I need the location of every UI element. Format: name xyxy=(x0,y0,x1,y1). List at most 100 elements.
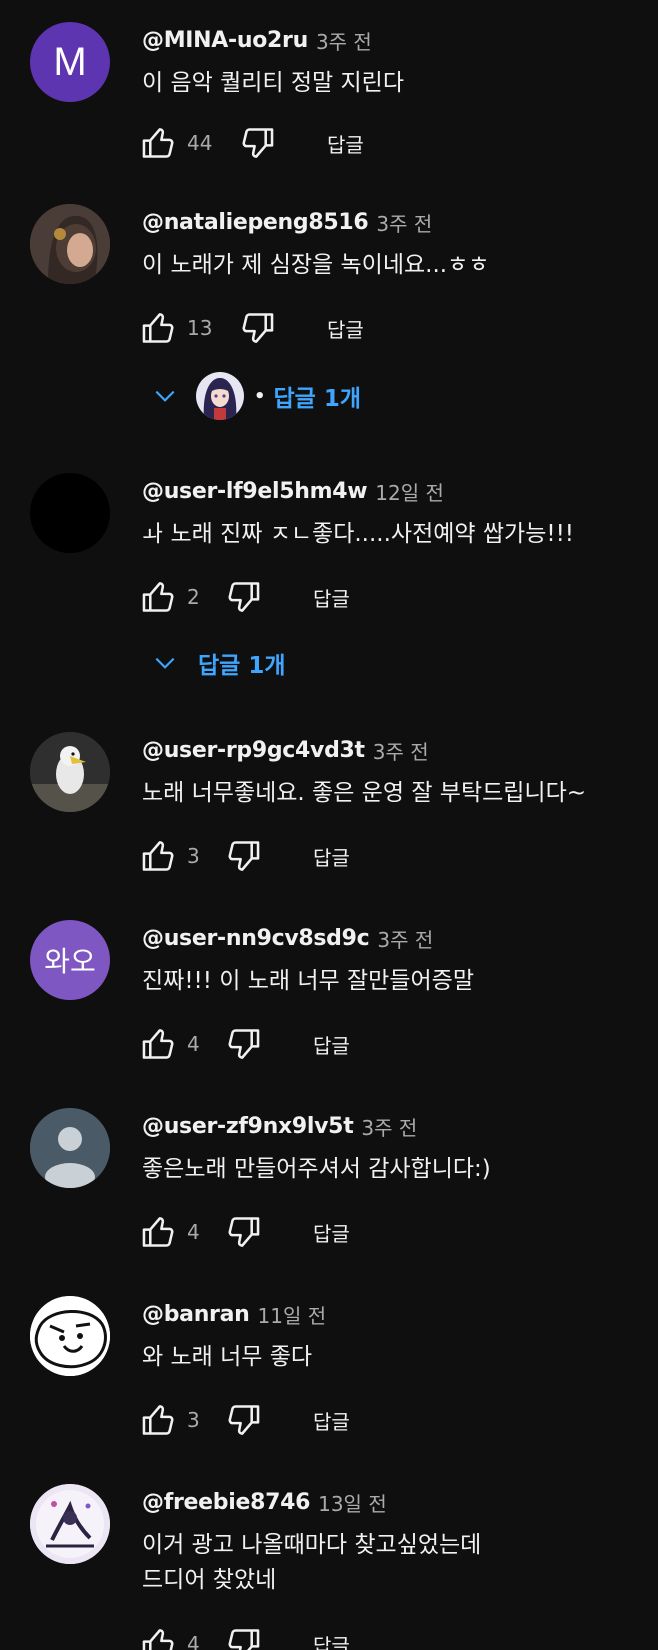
reply-button[interactable]: 답글 xyxy=(327,314,364,343)
comment-author[interactable]: @user-nn9cv8sd9c xyxy=(142,926,370,951)
reply-button[interactable]: 답글 xyxy=(313,842,350,871)
thumb-down-icon xyxy=(228,582,260,612)
avatar[interactable] xyxy=(30,1296,110,1376)
comment-time[interactable]: 3주 전 xyxy=(376,208,432,237)
comment-actions: 2 답글 xyxy=(139,577,350,617)
like-button[interactable] xyxy=(139,1212,179,1252)
thumb-up-icon xyxy=(142,1629,174,1650)
comment-text: 노래 너무좋네요. 좋은 운영 잘 부탁드립니다~ xyxy=(142,780,587,806)
comment-time[interactable]: 3주 전 xyxy=(377,924,433,953)
dislike-button[interactable] xyxy=(223,1624,263,1650)
view-replies-button[interactable]: 답글 1개 xyxy=(148,639,286,687)
thumb-down-icon xyxy=(242,313,274,343)
chevron-down-icon xyxy=(148,379,182,413)
dislike-button[interactable] xyxy=(223,1212,263,1252)
replies-count-label: 답글 1개 xyxy=(273,386,362,412)
comment-time[interactable]: 3주 전 xyxy=(373,736,429,765)
thumb-down-icon xyxy=(228,841,260,871)
avatar-letter: 와오 xyxy=(44,945,96,978)
comment-time[interactable]: 11일 전 xyxy=(258,1300,327,1329)
avatar[interactable]: M xyxy=(30,22,110,102)
comment-header: @user-nn9cv8sd9c 3주 전 xyxy=(142,920,433,956)
reply-button[interactable]: 답글 xyxy=(313,1030,350,1059)
comments-page: M @MINA-uo2ru 3주 전 이 음악 퀄리티 정말 지린다 44 답글 xyxy=(0,0,658,1650)
avatar-photo xyxy=(30,1484,110,1564)
comment-author[interactable]: @freebie8746 xyxy=(142,1490,310,1515)
dislike-button[interactable] xyxy=(223,836,263,876)
comment-text: 와 노래 너무 좋다 xyxy=(142,1344,313,1370)
thumb-up-icon xyxy=(142,582,174,612)
dislike-button[interactable] xyxy=(223,1400,263,1440)
avatar[interactable] xyxy=(30,473,110,553)
avatar-photo xyxy=(30,732,110,812)
view-replies-button[interactable]: • 답글 1개 xyxy=(148,372,361,420)
thumb-down-icon xyxy=(228,1029,260,1059)
comment-text: 이거 광고 나올때마다 찾고싶었는데 드디어 찾았네 xyxy=(142,1532,482,1593)
comment-header: @nataliepeng8516 3주 전 xyxy=(142,204,432,240)
comment-text: 이 노래가 제 심장을 녹이네요...ㅎㅎ xyxy=(142,252,490,278)
comment-author[interactable]: @user-zf9nx9lv5t xyxy=(142,1114,354,1139)
like-button[interactable] xyxy=(139,1624,179,1650)
like-count: 44 xyxy=(187,131,213,155)
dislike-button[interactable] xyxy=(223,1024,263,1064)
comment-header: @MINA-uo2ru 3주 전 xyxy=(142,22,372,58)
reply-button[interactable]: 답글 xyxy=(313,1406,350,1435)
comment-author[interactable]: @user-rp9gc4vd3t xyxy=(142,738,365,763)
avatar[interactable] xyxy=(30,204,110,284)
dislike-button[interactable] xyxy=(237,308,277,348)
avatar[interactable]: 와오 xyxy=(30,920,110,1000)
dislike-button[interactable] xyxy=(223,577,263,617)
comment-header: @user-rp9gc4vd3t 3주 전 xyxy=(142,732,429,768)
comment-header: @banran 11일 전 xyxy=(142,1296,326,1332)
comment-time[interactable]: 3주 전 xyxy=(316,26,372,55)
thumb-up-icon xyxy=(142,128,174,158)
like-button[interactable] xyxy=(139,1400,179,1440)
thumb-down-icon xyxy=(228,1217,260,1247)
like-button[interactable] xyxy=(139,1024,179,1064)
comment-text: 진짜!!! 이 노래 너무 잘만들어증말 xyxy=(142,968,474,994)
comment-actions: 3 답글 xyxy=(139,1400,350,1440)
comment-actions: 3 답글 xyxy=(139,836,350,876)
thumb-down-icon xyxy=(242,128,274,158)
comment-actions: 44 답글 xyxy=(139,123,364,163)
like-count: 13 xyxy=(187,316,213,340)
comment-time[interactable]: 12일 전 xyxy=(375,477,444,506)
reply-button[interactable]: 답글 xyxy=(313,583,350,612)
reply-button[interactable]: 답글 xyxy=(313,1630,350,1650)
like-button[interactable] xyxy=(139,577,179,617)
like-count: 4 xyxy=(187,1220,200,1244)
thumb-up-icon xyxy=(142,1405,174,1435)
reply-author-avatar xyxy=(196,372,244,420)
like-button[interactable] xyxy=(139,308,179,348)
like-button[interactable] xyxy=(139,836,179,876)
comment-text: 이 음악 퀄리티 정말 지린다 xyxy=(142,70,405,96)
comment-author[interactable]: @banran xyxy=(142,1302,250,1327)
comment-header: @user-lf9el5hm4w 12일 전 xyxy=(142,473,444,509)
comment-actions: 4 답글 xyxy=(139,1624,350,1650)
avatar[interactable] xyxy=(30,1484,110,1564)
avatar-letter: M xyxy=(53,39,87,84)
separator-dot: • xyxy=(254,385,266,407)
comment-author[interactable]: @nataliepeng8516 xyxy=(142,210,369,235)
like-count: 4 xyxy=(187,1032,200,1056)
comment-text: ㅘ 노래 진짜 ㅈㄴ좋다.....사전예약 쌉가능!!! xyxy=(142,521,575,547)
comment-time[interactable]: 3주 전 xyxy=(361,1112,417,1141)
comment-text: 좋은노래 만들어주셔서 감사합니다:) xyxy=(142,1156,491,1182)
avatar-drawing xyxy=(30,1296,110,1376)
avatar[interactable] xyxy=(30,732,110,812)
reply-button[interactable]: 답글 xyxy=(313,1218,350,1247)
like-count: 4 xyxy=(187,1632,200,1650)
comment-header: @user-zf9nx9lv5t 3주 전 xyxy=(142,1108,417,1144)
comment-header: @freebie8746 13일 전 xyxy=(142,1484,387,1520)
thumb-up-icon xyxy=(142,313,174,343)
avatar[interactable] xyxy=(30,1108,110,1188)
reply-button[interactable]: 답글 xyxy=(327,129,364,158)
comment-author[interactable]: @MINA-uo2ru xyxy=(142,28,308,53)
like-button[interactable] xyxy=(139,123,179,163)
default-avatar-icon xyxy=(30,1108,110,1188)
dislike-button[interactable] xyxy=(237,123,277,163)
avatar-photo xyxy=(30,204,110,284)
comment-time[interactable]: 13일 전 xyxy=(318,1488,387,1517)
comment-author[interactable]: @user-lf9el5hm4w xyxy=(142,479,368,504)
thumb-down-icon xyxy=(228,1629,260,1650)
